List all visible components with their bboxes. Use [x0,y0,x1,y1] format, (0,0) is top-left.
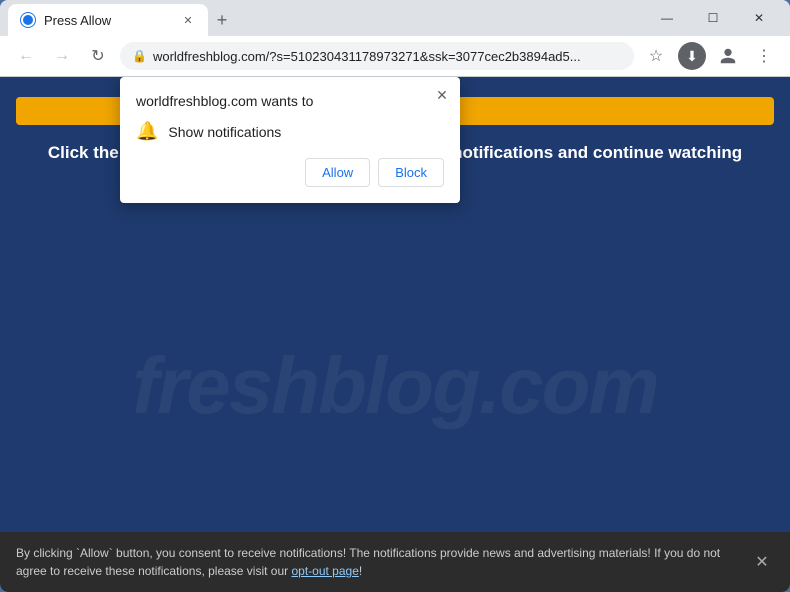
page-watermark: freshblog.com [0,340,790,432]
opt-out-link[interactable]: opt-out page [291,564,358,578]
popup-domain-text: worldfreshblog.com wants to [136,93,444,109]
reload-button[interactable]: ↻ [84,42,112,70]
forward-button[interactable]: → [48,42,76,70]
allow-button[interactable]: Allow [305,158,370,187]
chrome-window: Press Allow ✕ + — ☐ ✕ ← → ↻ 🔒 worldfresh… [0,0,790,592]
consent-text-before: By clicking `Allow` button, you consent … [16,546,720,578]
back-button[interactable]: ← [12,42,40,70]
tab-bar: Press Allow ✕ + [8,0,644,36]
notification-popup: ✕ worldfreshblog.com wants to 🔔 Show not… [120,77,460,203]
tab-favicon [20,12,36,28]
close-button[interactable]: ✕ [736,2,782,34]
active-tab[interactable]: Press Allow ✕ [8,4,208,36]
consent-text-end: ! [359,564,362,578]
minimize-button[interactable]: — [644,2,690,34]
consent-close-button[interactable]: ✕ [750,550,774,574]
address-bar: ← → ↻ 🔒 worldfreshblog.com/?s=5102304311… [0,36,790,76]
profile-button[interactable] [714,42,742,70]
window-controls: — ☐ ✕ [644,2,782,34]
block-button[interactable]: Block [378,158,444,187]
title-bar: Press Allow ✕ + — ☐ ✕ [0,0,790,36]
url-text: worldfreshblog.com/?s=510230431178973271… [153,49,622,64]
url-bar[interactable]: 🔒 worldfreshblog.com/?s=5102304311789732… [120,42,634,70]
permission-label: Show notifications [168,124,281,140]
popup-buttons: Allow Block [136,158,444,187]
tab-title: Press Allow [44,13,172,28]
consent-text: By clicking `Allow` button, you consent … [16,544,738,580]
popup-close-button[interactable]: ✕ [432,85,452,105]
maximize-button[interactable]: ☐ [690,2,736,34]
content-area: ✕ worldfreshblog.com wants to 🔔 Show not… [0,77,790,532]
downloads-icon[interactable]: ⬇ [678,42,706,70]
chrome-menu-button[interactable]: ⋮ [750,42,778,70]
bookmark-button[interactable]: ☆ [642,42,670,70]
tab-close-button[interactable]: ✕ [180,12,196,28]
new-tab-button[interactable]: + [208,6,236,34]
bell-icon: 🔔 [136,121,158,142]
consent-bar: By clicking `Allow` button, you consent … [0,532,790,592]
popup-permission-row: 🔔 Show notifications [136,121,444,142]
lock-icon: 🔒 [132,49,147,63]
